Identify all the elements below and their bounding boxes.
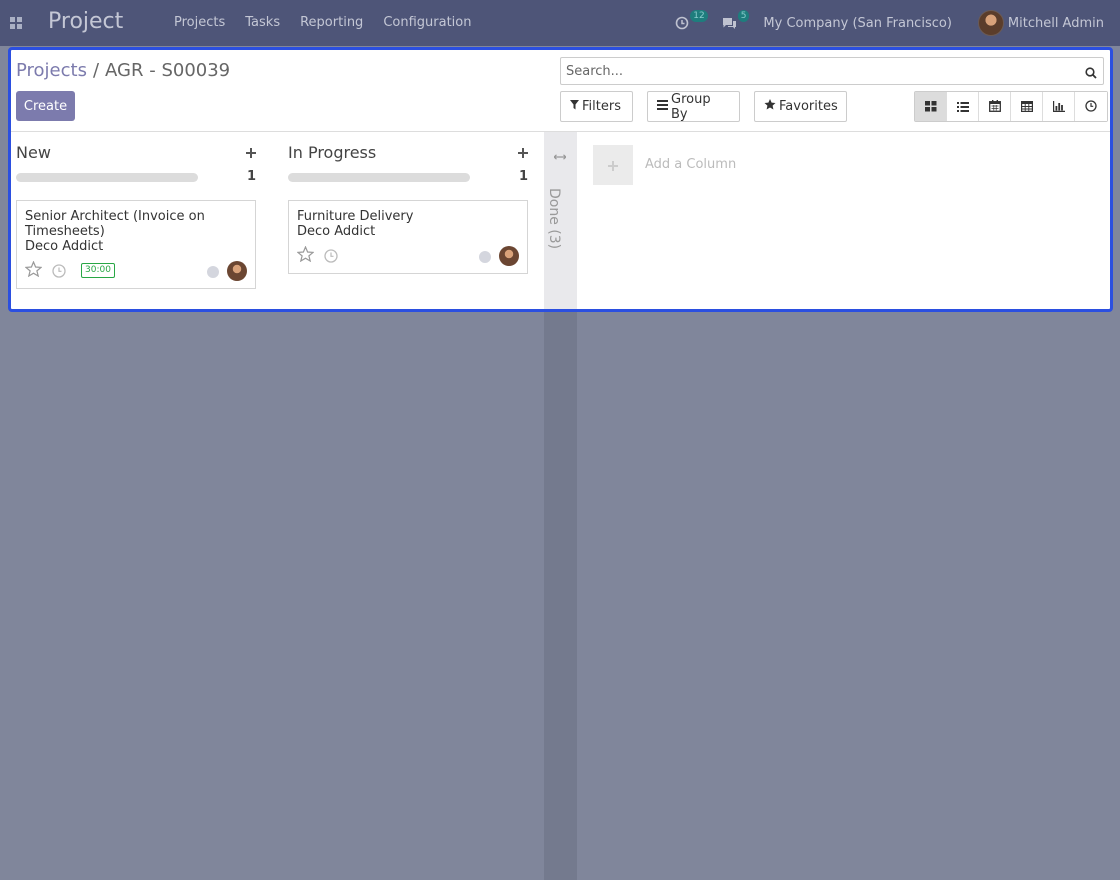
filters-label: Filters (582, 99, 621, 114)
activity-clock-icon (675, 16, 689, 30)
activity-schedule-icon[interactable] (324, 248, 338, 267)
kanban-card[interactable]: Furniture Delivery Deco Addict (288, 200, 528, 274)
list-icon (956, 97, 969, 116)
column-record-count: 1 (246, 169, 256, 184)
kanban-card[interactable]: Senior Architect (Invoice on Timesheets)… (16, 200, 256, 289)
favorites-button[interactable]: Favorites (754, 91, 847, 122)
add-column-button[interactable] (593, 145, 633, 185)
view-switcher (914, 91, 1108, 122)
favorites-star-icon (764, 99, 779, 114)
favorites-label: Favorites (779, 99, 838, 114)
column-quick-add-plus-icon[interactable] (246, 143, 256, 162)
calendar-icon (988, 97, 1001, 116)
menu-item-projects[interactable]: Projects (174, 15, 225, 30)
plus-icon (608, 156, 618, 175)
systray: 12 5 My Company (San Francisco) Mitchell… (675, 0, 1120, 46)
add-column-label[interactable]: Add a Column (645, 157, 736, 172)
activity-counter: 12 (690, 10, 708, 22)
apps-menu-icon[interactable] (10, 17, 22, 29)
column-record-count: 1 (518, 169, 528, 184)
breadcrumb-projects-link[interactable]: Projects (16, 60, 87, 81)
clock-icon (1085, 97, 1097, 116)
top-navbar: Project Projects Tasks Reporting Configu… (0, 0, 1120, 46)
kanban-state-dot[interactable] (479, 251, 491, 263)
column-progress-bar[interactable] (288, 173, 470, 182)
filter-funnel-icon (570, 99, 582, 114)
breadcrumb: Projects / AGR - S00039 (16, 60, 230, 81)
activity-view-button[interactable] (1075, 92, 1107, 121)
card-footer: 30:00 (24, 258, 247, 284)
priority-star-icon[interactable] (296, 245, 315, 266)
folded-column-label[interactable]: Done (3) (546, 188, 562, 249)
create-button[interactable]: Create (16, 91, 75, 121)
list-view-button[interactable] (947, 92, 979, 121)
assignee-avatar (499, 246, 519, 266)
group-by-label: Group By (671, 91, 711, 122)
group-by-bars-icon (657, 99, 671, 114)
search-icon[interactable] (1085, 64, 1097, 83)
bar-chart-icon (1052, 97, 1065, 116)
column-title: New (16, 143, 51, 162)
card-customer: Deco Addict (25, 239, 104, 254)
app-title: Project (48, 9, 124, 34)
planned-hours-badge: 30:00 (81, 263, 115, 278)
assignee-avatar (227, 261, 247, 281)
priority-star-icon[interactable] (24, 260, 43, 281)
pivot-view-button[interactable] (1011, 92, 1043, 121)
company-switcher[interactable]: My Company (San Francisco) (763, 16, 951, 31)
kanban-column-done-folded[interactable]: Done (3) (544, 132, 577, 309)
message-counter: 5 (737, 10, 750, 22)
user-avatar[interactable] (977, 10, 1004, 36)
chat-bubbles-icon (722, 17, 737, 30)
user-menu[interactable]: Mitchell Admin (1008, 16, 1104, 31)
card-task-name: Furniture Delivery (297, 209, 414, 224)
expand-arrows-icon[interactable] (553, 145, 567, 164)
menu-item-configuration[interactable]: Configuration (383, 15, 471, 30)
activity-menu[interactable]: 12 (675, 10, 708, 30)
column-progress-bar[interactable] (16, 173, 198, 182)
kanban-grid-icon (924, 97, 937, 116)
group-by-button[interactable]: Group By (647, 91, 740, 122)
search-input[interactable] (561, 58, 1081, 84)
calendar-view-button[interactable] (979, 92, 1011, 121)
filters-button[interactable]: Filters (560, 91, 633, 122)
menu-item-reporting[interactable]: Reporting (300, 15, 363, 30)
card-task-name: Senior Architect (Invoice on Timesheets) (25, 209, 205, 239)
breadcrumb-current: AGR - S00039 (105, 60, 231, 81)
card-footer (296, 243, 519, 269)
messaging-menu[interactable]: 5 (722, 10, 750, 30)
main-menu: Projects Tasks Reporting Configuration (174, 15, 491, 30)
menu-item-tasks[interactable]: Tasks (245, 15, 280, 30)
activity-schedule-icon[interactable] (52, 263, 66, 282)
card-customer: Deco Addict (297, 224, 376, 239)
kanban-view-button[interactable] (915, 92, 947, 121)
search-bar (560, 57, 1104, 85)
breadcrumb-separator: / (92, 60, 100, 81)
table-icon (1020, 97, 1033, 116)
main-content-panel: Projects/AGR - S00039 Create Filters Gro… (8, 47, 1113, 312)
graph-view-button[interactable] (1043, 92, 1075, 121)
folded-column-backdrop (544, 312, 577, 880)
column-title: In Progress (288, 143, 377, 162)
kanban-state-dot[interactable] (207, 266, 219, 278)
column-quick-add-plus-icon[interactable] (518, 143, 528, 162)
